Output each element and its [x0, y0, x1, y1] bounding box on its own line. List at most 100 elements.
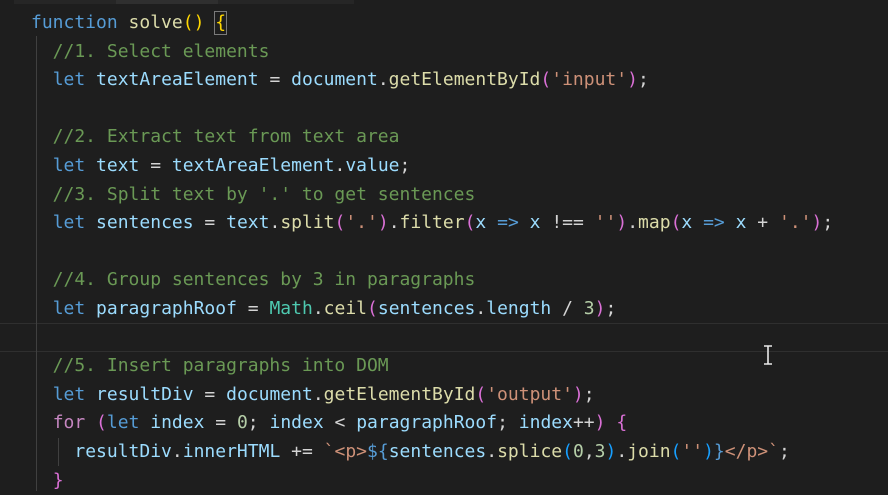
- code-token: ;: [247, 412, 270, 433]
- code-line[interactable]: [31, 94, 888, 123]
- code-token: let: [106, 412, 140, 433]
- code-line[interactable]: [31, 237, 888, 266]
- code-token: sentences: [388, 441, 487, 462]
- code-token: .: [475, 298, 487, 319]
- code-token: =: [139, 155, 172, 176]
- partial-line: [14, 0, 354, 4]
- code-token: let: [52, 155, 86, 176]
- code-token: Math: [269, 298, 313, 319]
- code-token: 3: [583, 298, 595, 319]
- code-token: .: [627, 212, 639, 233]
- code-token: for: [52, 412, 86, 433]
- code-line[interactable]: for (let index = 0; index < paragraphRoo…: [31, 408, 888, 437]
- code-token: .: [616, 441, 628, 462]
- code-editor[interactable]: function solve() { //1. Select elements …: [0, 0, 888, 491]
- code-token: value: [345, 155, 400, 176]
- code-token: +=: [280, 441, 324, 462]
- code-token: .: [312, 384, 324, 405]
- code-token: (): [182, 12, 205, 33]
- code-token: ): [605, 441, 617, 462]
- code-token: let: [52, 384, 86, 405]
- code-token: (: [670, 441, 682, 462]
- code-token: 'output': [486, 384, 573, 405]
- code-token: ): [616, 212, 628, 233]
- code-token: innerHTML: [182, 441, 281, 462]
- code-line[interactable]: //1. Select elements: [31, 37, 888, 66]
- code-token: x: [735, 212, 747, 233]
- code-token: ;: [637, 69, 649, 90]
- code-token: resultDiv: [96, 384, 194, 405]
- code-token: //5. Insert paragraphs into DOM: [31, 355, 389, 376]
- code-token: x: [475, 212, 487, 233]
- scrolled-line-fragment: [0, 0, 888, 6]
- code-line[interactable]: let sentences = text.split('.').filter(x…: [31, 208, 888, 237]
- code-token: ): [594, 412, 606, 433]
- code-token: filter: [399, 212, 465, 233]
- code-token: function: [31, 12, 118, 33]
- code-token: {: [214, 11, 228, 35]
- code-token: split: [280, 212, 335, 233]
- code-token: (: [367, 298, 378, 319]
- code-token: {: [616, 412, 628, 433]
- code-token: //2. Extract text from text area: [31, 126, 400, 147]
- code-token: .: [312, 298, 324, 319]
- code-token: !==: [540, 212, 595, 233]
- code-line[interactable]: let text = textAreaElement.value;: [31, 151, 888, 180]
- code-token: '.': [345, 212, 378, 233]
- code-line[interactable]: let textAreaElement = document.getElemen…: [31, 65, 888, 94]
- code-token: paragraphRoof: [356, 412, 498, 433]
- code-token: ): [811, 212, 823, 233]
- code-line[interactable]: let paragraphRoof = Math.ceil(sentences.…: [31, 294, 888, 323]
- code-token: //4. Group sentences by 3 in paragraphs: [31, 269, 476, 290]
- code-token: ${: [367, 441, 389, 462]
- code-token: =: [204, 412, 237, 433]
- code-token: '.': [778, 212, 812, 233]
- code-token: getElementById: [323, 384, 476, 405]
- code-token: ;: [583, 384, 595, 405]
- code-line[interactable]: function solve() {: [31, 8, 888, 37]
- code-line[interactable]: //4. Group sentences by 3 in paragraphs: [31, 265, 888, 294]
- code-line[interactable]: resultDiv.innerHTML += `<p>${sentences.s…: [31, 437, 888, 466]
- code-token: text: [226, 212, 270, 233]
- code-token: textAreaElement: [171, 155, 335, 176]
- code-token: join: [627, 441, 671, 462]
- code-token: document: [226, 384, 313, 405]
- code-token: .: [486, 441, 498, 462]
- text-cursor-icon: [764, 345, 772, 365]
- code-token: //1. Select elements: [31, 41, 270, 62]
- code-line[interactable]: //5. Insert paragraphs into DOM: [31, 351, 888, 380]
- code-token: index: [518, 412, 573, 433]
- code-token: ,: [583, 441, 595, 462]
- code-token: (: [334, 212, 346, 233]
- code-token: ;: [605, 298, 617, 319]
- code-token: .: [377, 69, 389, 90]
- code-line[interactable]: [31, 323, 888, 352]
- code-token: =>: [703, 212, 725, 233]
- code-token: =: [193, 384, 227, 405]
- code-token: (: [475, 384, 487, 405]
- code-token: (: [670, 212, 682, 233]
- code-line[interactable]: //3. Split text by '.' to get sentences: [31, 180, 888, 209]
- code-token: map: [638, 212, 671, 233]
- code-token: let: [52, 69, 86, 90]
- code-line[interactable]: let resultDiv = document.getElementById(…: [31, 380, 888, 409]
- code-token: .: [334, 155, 346, 176]
- code-token: sentences: [96, 212, 194, 233]
- code-token: /: [551, 298, 584, 319]
- code-token: x: [681, 212, 693, 233]
- code-line[interactable]: //2. Extract text from text area: [31, 122, 888, 151]
- code-token: .: [269, 212, 281, 233]
